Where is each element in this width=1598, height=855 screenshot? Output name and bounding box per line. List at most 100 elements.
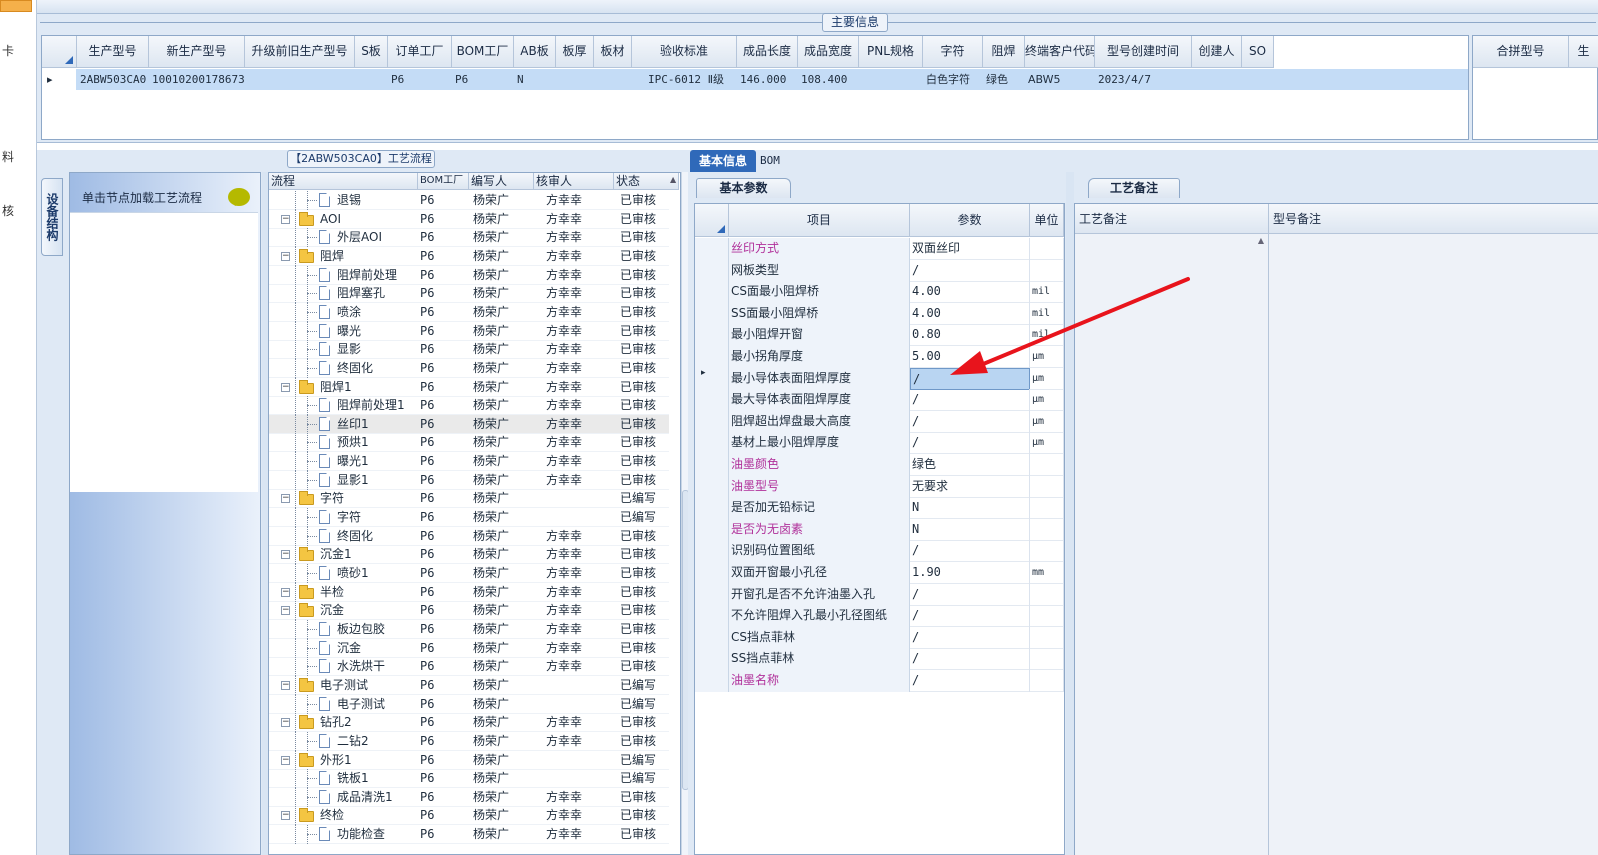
tree-row[interactable]: 曝光 P6 杨荣广 方幸幸 已审核 xyxy=(269,321,669,341)
param-value-input[interactable]: / xyxy=(910,410,1030,433)
tree-row[interactable]: 显影1 P6 杨荣广 方幸幸 已审核 xyxy=(269,470,669,490)
tree-row[interactable]: 二钻2 P6 杨荣广 方幸幸 已审核 xyxy=(269,731,669,751)
col-header[interactable]: 型号创建时间 xyxy=(1095,36,1192,68)
tree-node-label[interactable]: 功能检查 xyxy=(337,825,417,844)
param-row[interactable]: 不允许阻焊入孔最小孔径图纸/ Y xyxy=(695,605,1064,628)
tree-node-label[interactable]: 丝印1 xyxy=(337,415,417,434)
table-cell[interactable] xyxy=(594,69,632,90)
tree-row[interactable]: 功能检查 P6 杨荣广 方幸幸 已审核 xyxy=(269,825,669,845)
tree-row[interactable]: 终固化 P6 杨荣广 方幸幸 已审核 xyxy=(269,358,669,378)
tab-craft-notes[interactable]: 工艺备注 xyxy=(1088,178,1180,198)
col-header[interactable]: 终端客户代码 xyxy=(1025,36,1095,68)
tree-node-label[interactable]: 预烘1 xyxy=(337,433,417,452)
tab-bom[interactable]: BOM xyxy=(760,150,800,172)
sidebar-fragment[interactable]: 卡 xyxy=(2,42,14,59)
merge-model-panel[interactable]: 合拼型号 生 xyxy=(1472,35,1598,140)
param-value-input[interactable]: / xyxy=(910,626,1030,649)
tree-node-label[interactable]: AOI xyxy=(320,210,416,229)
tree-row[interactable]: 阻焊前处理 P6 杨荣广 方幸幸 已审核 xyxy=(269,265,669,285)
col-header[interactable]: SO xyxy=(1242,36,1274,68)
tree-row[interactable]: 沉金 P6 杨荣广 方幸幸 已审核 xyxy=(269,638,669,658)
production-model-grid[interactable]: ▸ 生产型号 2ABW503CA0 新生产型号 10010200178673 升级前旧生产… xyxy=(41,35,1469,140)
collapse-toggle-icon[interactable]: − xyxy=(281,606,290,616)
param-value-input[interactable]: / xyxy=(910,605,1030,628)
col-header-p[interactable]: 参 xyxy=(1064,204,1065,237)
param-row[interactable]: 基材上最小阻焊厚度/μmY xyxy=(695,432,1064,455)
collapse-toggle-icon[interactable]: − xyxy=(281,382,290,392)
device-structure-tab[interactable]: 设备结构 xyxy=(41,178,63,256)
param-row[interactable]: SS挡点菲林/ Y xyxy=(695,648,1064,671)
col-header-writer[interactable]: 编写人 xyxy=(469,173,534,190)
param-row[interactable]: 开窗孔是否不允许油墨入孔/ Y xyxy=(695,583,1064,606)
table-cell[interactable]: 白色字符 xyxy=(923,69,983,90)
param-value-input[interactable]: 双面丝印 xyxy=(910,238,1030,260)
tree-row[interactable]: − 钻孔2 P6 杨荣广 方幸幸 已审核 xyxy=(269,713,669,733)
param-value-input[interactable]: 无要求 xyxy=(910,475,1030,498)
tab-basic-params[interactable]: 基本参数 xyxy=(696,178,791,198)
tree-node-label[interactable]: 喷涂 xyxy=(337,303,417,322)
param-value-input[interactable]: / xyxy=(910,583,1030,606)
collapse-toggle-icon[interactable]: − xyxy=(281,811,290,821)
param-row[interactable]: 油墨型号无要求 Y xyxy=(695,475,1064,498)
param-value-input[interactable]: 绿色 xyxy=(910,454,1030,476)
tree-node-label[interactable]: 终固化 xyxy=(337,359,417,378)
tree-row[interactable]: 丝印1 P6 杨荣广 方幸幸 已审核 xyxy=(269,414,669,434)
tree-row[interactable]: − 沉金1 P6 杨荣广 方幸幸 已审核 xyxy=(269,545,669,565)
col-header[interactable]: 新生产型号 xyxy=(149,36,245,68)
tree-row[interactable]: 铣板1 P6 杨荣广 已编写 xyxy=(269,769,669,789)
tree-row[interactable]: 阻焊前处理1 P6 杨荣广 方幸幸 已审核 xyxy=(269,396,669,416)
node-list-area[interactable] xyxy=(70,212,258,492)
col-header-model-note[interactable]: 型号备注 xyxy=(1269,204,1598,234)
col-header[interactable]: 验收标准 xyxy=(632,36,737,68)
param-value-input[interactable]: 1.90 xyxy=(910,562,1030,584)
tree-node-label[interactable]: 铣板1 xyxy=(337,769,417,788)
tree-node-label[interactable]: 水洗烘干 xyxy=(337,657,417,676)
active-module-tab[interactable] xyxy=(0,0,32,12)
col-header-merge-model[interactable]: 合拼型号 xyxy=(1473,36,1569,68)
table-cell[interactable] xyxy=(1192,69,1242,90)
tree-node-label[interactable]: 显影 xyxy=(337,340,417,359)
tree-row[interactable]: − 阻焊1 P6 杨荣广 方幸幸 已审核 xyxy=(269,377,669,397)
tree-row[interactable]: − 阻焊 P6 杨荣广 方幸幸 已审核 xyxy=(269,246,669,266)
collapse-toggle-icon[interactable]: − xyxy=(281,251,290,261)
tree-row[interactable]: − 外形1 P6 杨荣广 已编写 xyxy=(269,750,669,770)
tree-node-label[interactable]: 曝光1 xyxy=(337,452,417,471)
sidebar-fragment[interactable]: 料 xyxy=(2,148,14,165)
tree-row[interactable]: − 半检 P6 杨荣广 方幸幸 已审核 xyxy=(269,582,669,602)
tree-node-label[interactable]: 字符 xyxy=(337,508,417,527)
collapse-toggle-icon[interactable]: − xyxy=(281,587,290,597)
col-header-param[interactable]: 参数 xyxy=(910,204,1030,237)
tree-node-label[interactable]: 阻焊 xyxy=(320,247,416,266)
tree-row[interactable]: 电子测试 P6 杨荣广 已编写 xyxy=(269,694,669,714)
param-value-input[interactable]: / xyxy=(910,389,1030,412)
table-cell[interactable]: ABW5 xyxy=(1025,69,1095,90)
scroll-up-icon[interactable]: ▲ xyxy=(1256,236,1266,246)
tree-row[interactable]: 曝光1 P6 杨荣广 方幸幸 已审核 xyxy=(269,452,669,472)
scroll-up-icon[interactable]: ▲ xyxy=(670,175,676,184)
table-cell[interactable]: IPC-6012 Ⅱ级 xyxy=(632,69,737,90)
tree-row[interactable]: 成品清洗1 P6 杨荣广 方幸幸 已审核 xyxy=(269,787,669,807)
table-cell[interactable]: P6 xyxy=(452,69,514,90)
tree-row[interactable]: 终固化 P6 杨荣广 方幸幸 已审核 xyxy=(269,526,669,546)
col-header-reviewer[interactable]: 核审人 xyxy=(534,173,614,190)
table-cell[interactable]: 绿色 xyxy=(983,69,1025,90)
collapse-toggle-icon[interactable]: − xyxy=(281,755,290,765)
col-header[interactable]: 板材 xyxy=(594,36,632,68)
col-header[interactable]: 升级前旧生产型号 xyxy=(245,36,355,68)
col-header-unit[interactable]: 单位 xyxy=(1030,204,1064,237)
col-header[interactable]: 成品宽度 xyxy=(798,36,859,68)
param-row[interactable]: CS挡点菲林/ Y xyxy=(695,626,1064,649)
collapse-toggle-icon[interactable]: − xyxy=(281,550,290,560)
param-value-input[interactable]: N xyxy=(910,497,1030,520)
table-cell[interactable]: 2023/4/7 xyxy=(1095,69,1192,90)
tree-node-label[interactable]: 沉金 xyxy=(320,601,416,620)
param-value-input[interactable]: / xyxy=(910,670,1030,692)
tree-node-label[interactable]: 阻焊塞孔 xyxy=(337,284,417,303)
tree-row[interactable]: 显影 P6 杨荣广 方幸幸 已审核 xyxy=(269,340,669,360)
tree-node-label[interactable]: 外层AOI xyxy=(337,228,417,247)
col-header[interactable]: AB板 xyxy=(514,36,556,68)
col-header[interactable]: 字符 xyxy=(923,36,983,68)
tree-row[interactable]: 喷砂1 P6 杨荣广 方幸幸 已审核 xyxy=(269,564,669,583)
tree-node-label[interactable]: 阻焊前处理1 xyxy=(337,396,417,415)
tree-node-label[interactable]: 二钻2 xyxy=(337,732,417,751)
